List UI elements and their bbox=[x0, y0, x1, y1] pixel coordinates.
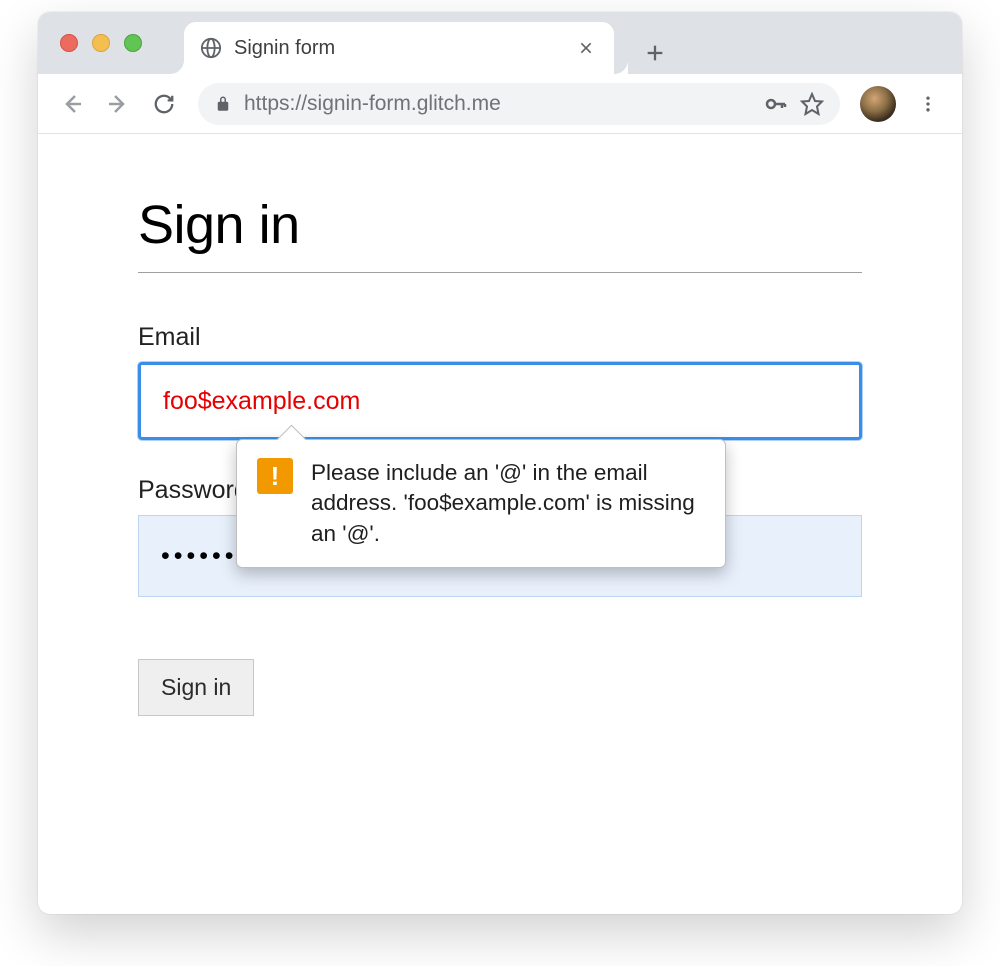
tab-title: Signin form bbox=[234, 37, 574, 60]
url-text: https://signin-form.glitch.me bbox=[244, 92, 752, 116]
browser-menu-button[interactable] bbox=[908, 84, 948, 124]
profile-avatar[interactable] bbox=[860, 86, 896, 122]
maximize-window-button[interactable] bbox=[124, 34, 142, 52]
signin-button[interactable]: Sign in bbox=[138, 659, 254, 716]
back-button[interactable] bbox=[52, 84, 92, 124]
forward-button[interactable] bbox=[98, 84, 138, 124]
email-input[interactable] bbox=[138, 362, 862, 440]
reload-button[interactable] bbox=[144, 84, 184, 124]
tab-close-icon[interactable] bbox=[574, 36, 598, 60]
page-heading: Sign in bbox=[138, 194, 862, 273]
page-content: Sign in Email ! Please include an '@' in… bbox=[38, 134, 962, 776]
lock-icon bbox=[214, 95, 232, 113]
email-group: Email ! Please include an '@' in the ema… bbox=[138, 323, 862, 440]
browser-tab[interactable]: Signin form bbox=[184, 22, 614, 74]
close-window-button[interactable] bbox=[60, 34, 78, 52]
new-tab-button[interactable] bbox=[644, 42, 666, 74]
address-bar[interactable]: https://signin-form.glitch.me bbox=[198, 83, 840, 125]
minimize-window-button[interactable] bbox=[92, 34, 110, 52]
browser-toolbar: https://signin-form.glitch.me bbox=[38, 74, 962, 134]
globe-icon bbox=[200, 37, 222, 59]
validation-tooltip: ! Please include an '@' in the email add… bbox=[236, 439, 726, 568]
window-controls bbox=[60, 34, 142, 52]
warning-icon: ! bbox=[257, 458, 293, 494]
bookmark-star-icon[interactable] bbox=[800, 92, 824, 116]
email-label: Email bbox=[138, 323, 862, 352]
validation-message: Please include an '@' in the email addre… bbox=[311, 458, 705, 549]
titlebar: Signin form bbox=[38, 12, 962, 74]
browser-window: Signin form bbox=[38, 12, 962, 914]
key-icon[interactable] bbox=[764, 92, 788, 116]
